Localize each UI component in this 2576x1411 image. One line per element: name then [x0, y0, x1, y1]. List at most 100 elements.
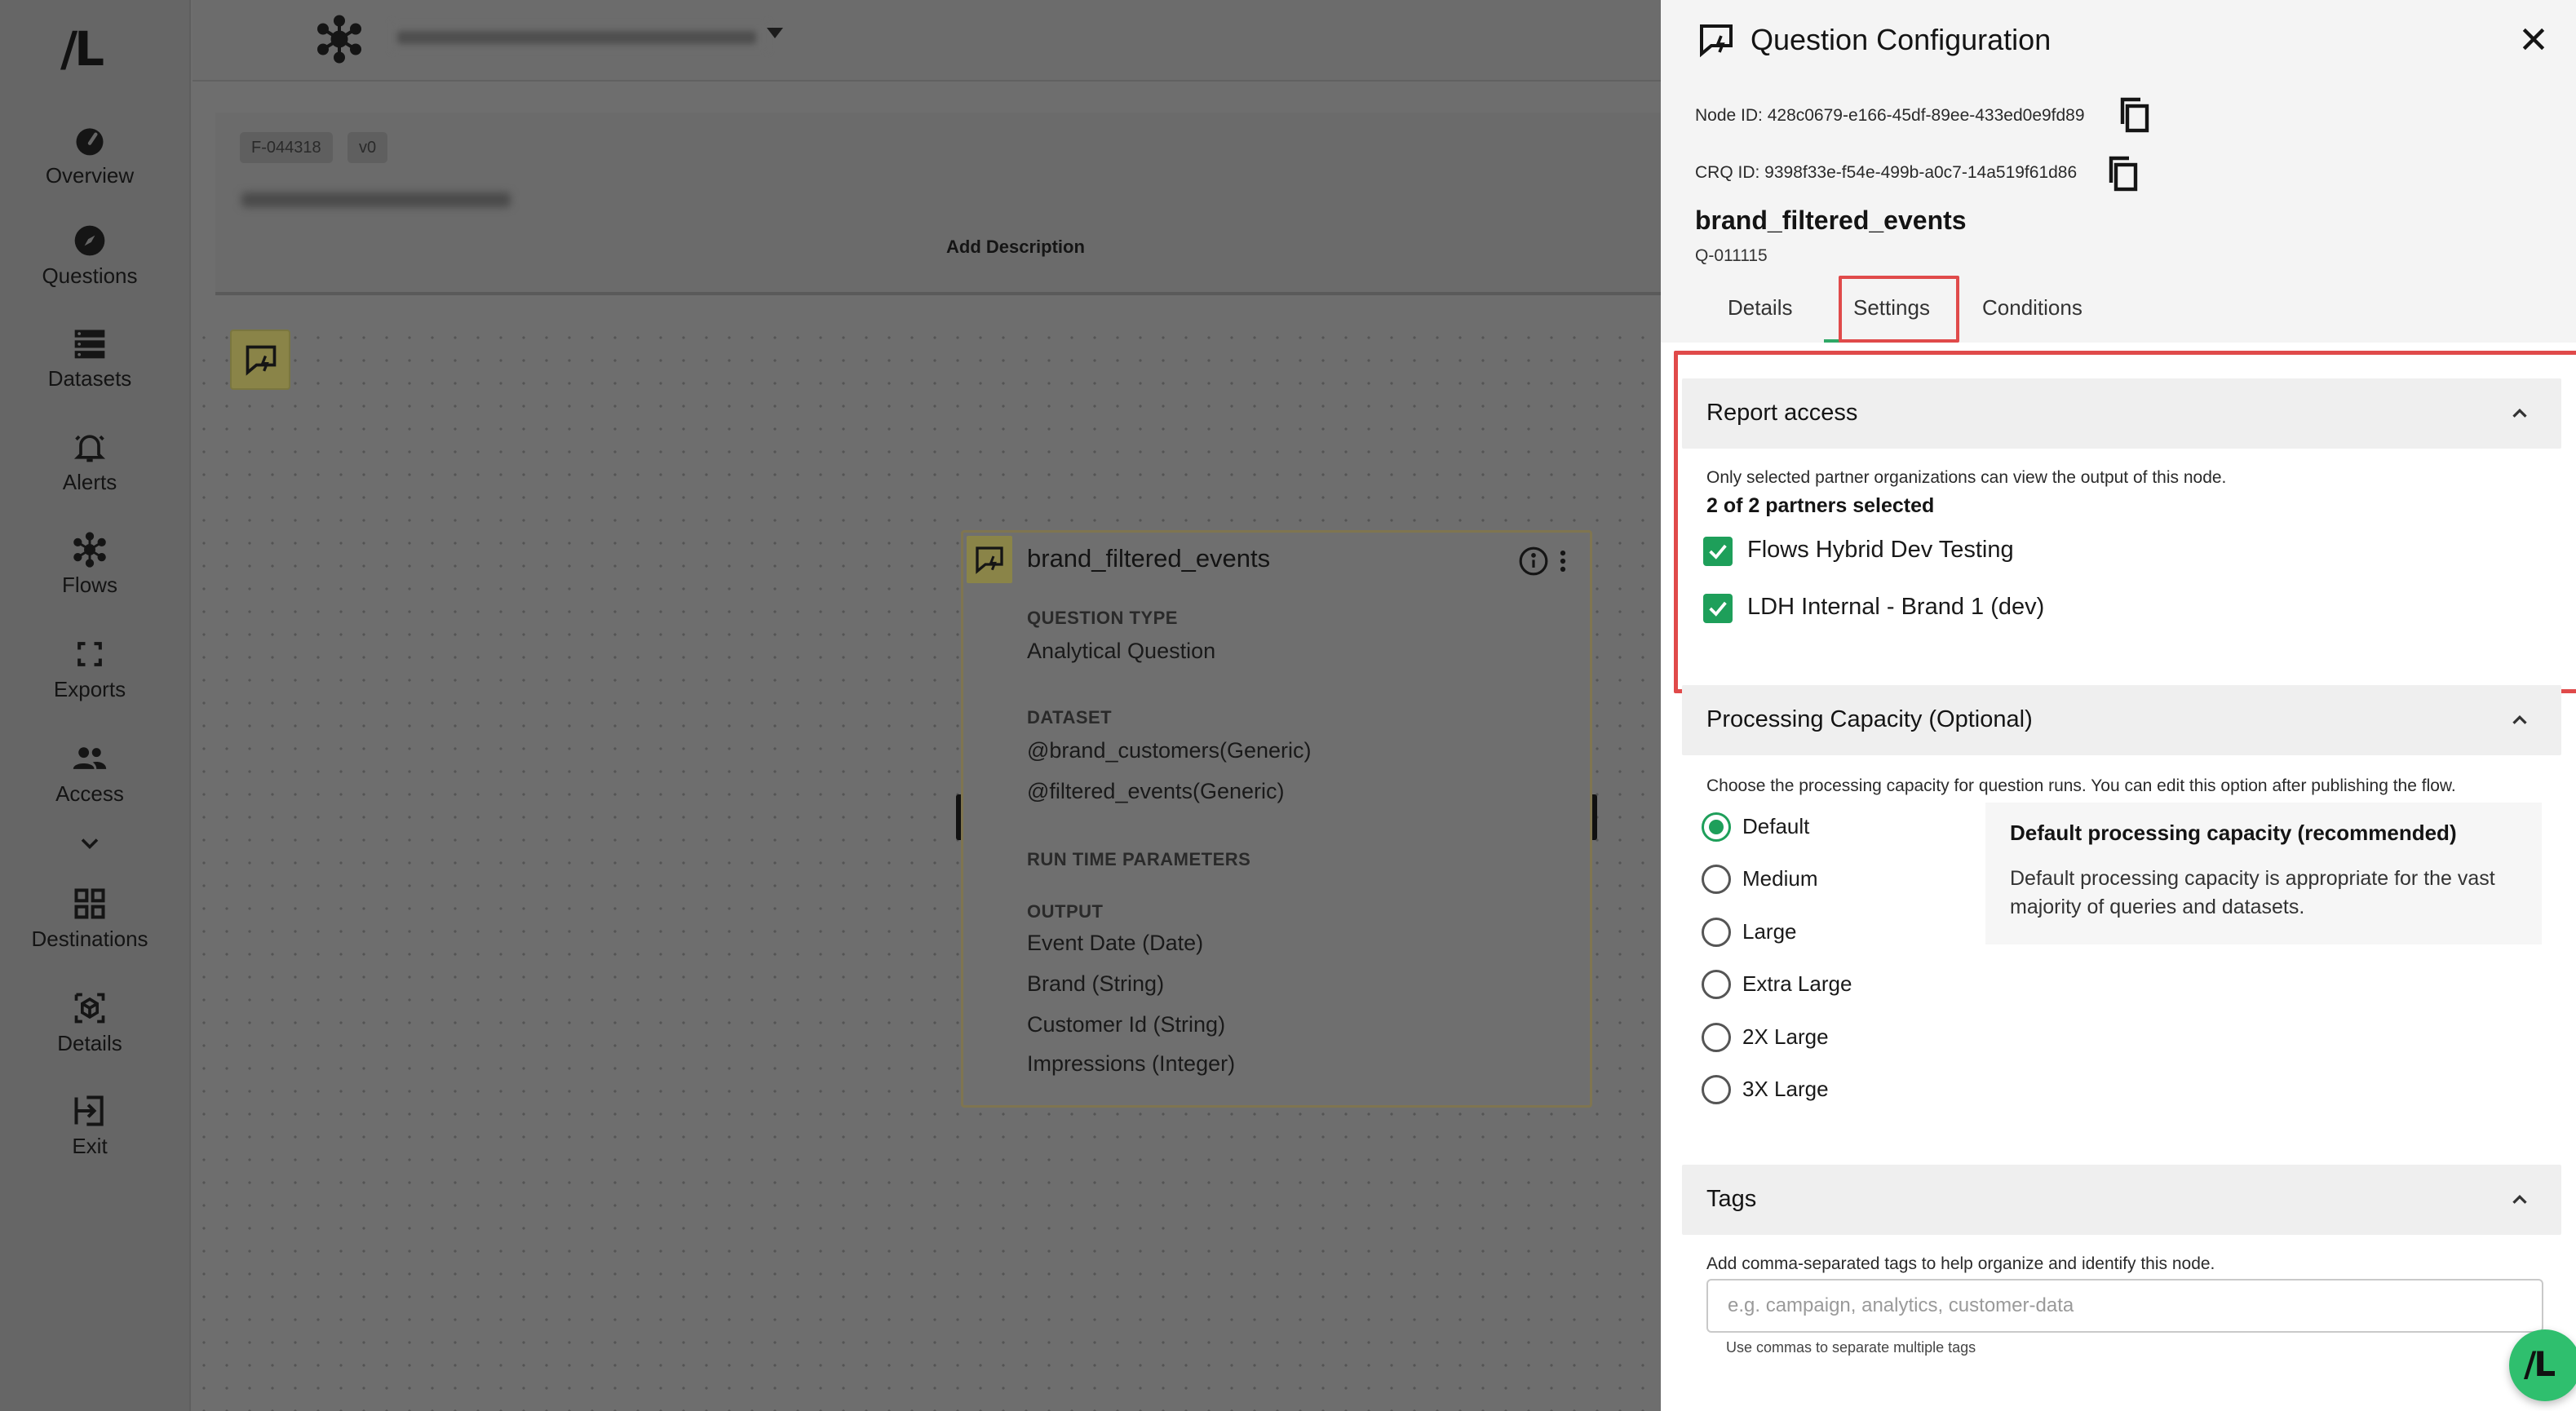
capacity-radio-3x-large[interactable] — [1702, 1075, 1731, 1104]
grid-icon — [74, 888, 105, 919]
flow-network-icon — [317, 15, 361, 64]
nav-item-details[interactable]: Details — [0, 990, 179, 1056]
nav-item-destinations[interactable]: Destinations — [0, 886, 179, 952]
copy-icon[interactable] — [2106, 153, 2139, 192]
processing-capacity-description: Choose the processing capacity for quest… — [1706, 776, 2456, 795]
runtime-parameters-label: RUN TIME PARAMETERS — [1027, 849, 1251, 869]
nav-item-alerts[interactable]: Alerts — [0, 429, 179, 495]
nav-label: Flows — [62, 573, 117, 597]
tags-help-text: Use commas to separate multiple tags — [1726, 1339, 1976, 1356]
top-bar — [193, 0, 1661, 82]
capacity-option-label[interactable]: 2X Large — [1742, 1024, 1829, 1050]
nav-label: Alerts — [62, 470, 117, 494]
nav-label: Datasets — [47, 366, 132, 391]
tags-header[interactable]: Tags — [1682, 1165, 2561, 1235]
bell-icon — [73, 435, 106, 462]
chevron-down-icon[interactable] — [73, 829, 106, 858]
caret-down-icon[interactable] — [767, 28, 783, 38]
dataset-label: DATASET — [1027, 707, 1113, 728]
nav-label: Overview — [45, 163, 135, 188]
nav-item-exports[interactable]: Exports — [0, 636, 179, 702]
chevron-up-icon[interactable] — [2507, 1188, 2532, 1212]
report-access-highlight — [1674, 351, 2576, 693]
processing-capacity-title: Processing Capacity (Optional) — [1706, 706, 2033, 732]
settings-tab-highlight — [1839, 276, 1959, 343]
chevron-up-icon[interactable] — [2507, 708, 2532, 732]
database-icon — [74, 330, 105, 359]
capacity-radio-default[interactable] — [1702, 812, 1731, 842]
capacity-option-label[interactable]: Medium — [1742, 866, 1817, 891]
nav-label: Destinations — [31, 927, 148, 951]
people-icon — [73, 747, 107, 769]
nav-label: Details — [57, 1031, 122, 1055]
question-name: brand_filtered_events — [1695, 206, 1967, 235]
compass-icon — [74, 225, 105, 256]
assistant-fab-button[interactable]: /L — [2509, 1329, 2576, 1401]
tags-input[interactable] — [1706, 1279, 2543, 1333]
nav-label: Access — [55, 781, 124, 806]
tags-description: Add comma-separated tags to help organiz… — [1706, 1254, 2215, 1273]
flow-selector-blurred[interactable] — [392, 23, 768, 51]
gauge-icon — [76, 128, 104, 156]
dataset-item: @filtered_events(Generic) — [1027, 779, 1285, 803]
nav-label: Questions — [42, 263, 138, 288]
tags-title: Tags — [1706, 1186, 1757, 1212]
capacity-option-label[interactable]: Large — [1742, 919, 1797, 944]
question-chat-icon — [1700, 24, 1733, 58]
app-logo[interactable]: /L — [60, 21, 119, 77]
panel-header: Question Configuration Node ID: 428c0679… — [1661, 0, 2576, 343]
flow-network-icon — [73, 532, 106, 568]
crq-id-text: CRQ ID: 9398f33e-f54e-499b-a0c7-14a519f6… — [1695, 163, 2078, 182]
more-vertical-icon[interactable] — [1557, 547, 1569, 575]
output-item: Customer Id (String) — [1027, 1012, 1226, 1037]
question-chat-icon — [976, 546, 1003, 574]
capacity-info-title: Default processing capacity (recommended… — [2010, 821, 2457, 845]
nav-item-flows[interactable]: Flows — [0, 532, 179, 598]
nav-item-overview[interactable]: Overview — [0, 122, 179, 188]
nav-item-questions[interactable]: Questions — [0, 223, 179, 289]
capacity-option-label[interactable]: 3X Large — [1742, 1077, 1829, 1102]
canvas-question-node-button[interactable] — [230, 330, 290, 390]
copy-icon[interactable] — [2118, 95, 2150, 134]
question-type-value: Analytical Question — [1027, 639, 1216, 663]
capacity-radio-extra-large[interactable] — [1702, 970, 1731, 999]
dataset-item: @brand_customers(Generic) — [1027, 738, 1312, 763]
flow-version-badge: v0 — [347, 132, 388, 163]
question-configuration-panel: Question Configuration Node ID: 428c0679… — [1661, 0, 2576, 1411]
flow-id-badge: F-044318 — [240, 132, 333, 163]
question-node-title: brand_filtered_events — [1027, 544, 1271, 573]
tab-details[interactable]: Details — [1728, 295, 1792, 321]
nav-label: Exit — [72, 1134, 108, 1158]
question-node-icon-box — [967, 536, 1012, 583]
output-item: Impressions (Integer) — [1027, 1051, 1236, 1076]
nav-item-access[interactable]: Access — [0, 741, 179, 807]
capacity-radio-2x-large[interactable] — [1702, 1023, 1731, 1052]
add-description-link[interactable]: Add Description — [946, 237, 1085, 258]
capacity-radio-medium[interactable] — [1702, 865, 1731, 894]
tab-conditions[interactable]: Conditions — [1982, 295, 2082, 321]
close-icon[interactable] — [2517, 23, 2550, 55]
capacity-option-label[interactable]: Extra Large — [1742, 971, 1852, 997]
processing-capacity-header[interactable]: Processing Capacity (Optional) — [1682, 685, 2561, 755]
nav-item-datasets[interactable]: Datasets — [0, 325, 179, 391]
node-id-text: Node ID: 428c0679-e166-45df-89ee-433ed0e… — [1695, 106, 2085, 125]
flow-header-card: F-044318 v0 Add Description — [215, 113, 1684, 295]
capacity-radio-large[interactable] — [1702, 918, 1731, 947]
left-nav-rail: /L Overview Questions Datasets Alerts Fl… — [0, 0, 191, 1411]
output-item: Event Date (Date) — [1027, 931, 1204, 955]
question-type-label: QUESTION TYPE — [1027, 608, 1178, 628]
info-icon[interactable] — [1518, 546, 1549, 577]
panel-title: Question Configuration — [1751, 23, 2052, 56]
tab-bar: Details Settings Conditions — [1661, 285, 2576, 343]
question-node-card[interactable]: brand_filtered_events QUESTION TYPE Anal… — [961, 530, 1592, 1108]
output-item: Brand (String) — [1027, 971, 1165, 996]
nav-item-exit[interactable]: Exit — [0, 1093, 179, 1159]
capacity-option-label[interactable]: Default — [1742, 814, 1809, 839]
capacity-info-text: Default processing capacity is appropria… — [2010, 867, 2495, 918]
question-chat-icon — [246, 345, 277, 376]
flow-title-blurred[interactable] — [241, 183, 519, 215]
nav-label: Exports — [53, 677, 126, 701]
question-id: Q-011115 — [1695, 246, 1768, 265]
frame-corners-icon — [77, 642, 102, 666]
output-label: OUTPUT — [1027, 901, 1104, 922]
